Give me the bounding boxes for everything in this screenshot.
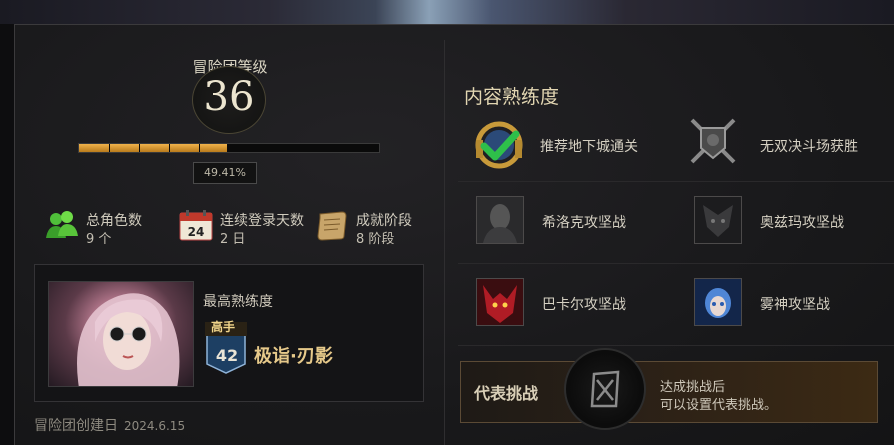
adventure-team-page: 冒险团等级 36 49.41% 总角色数 9 个 24 连续登录天数 2 日 成… (0, 0, 894, 445)
stat-value: 8 阶段 (356, 232, 395, 247)
ozma-portrait-icon (694, 196, 742, 244)
stat-login-days: 24 连续登录天数 2 日 (178, 206, 318, 247)
hilder-portrait-icon (476, 196, 524, 244)
xp-bar-segment-divider (169, 144, 170, 152)
row-divider (458, 345, 894, 346)
proficiency-label: 无双决斗场获胜 (760, 139, 858, 155)
row-divider (458, 263, 894, 264)
row-divider (458, 181, 894, 182)
top-banner-art (0, 0, 894, 24)
proficiency-label: 巴卡尔攻坚战 (542, 297, 626, 313)
stat-achievement-stage: 成就阶段 8 阶段 (314, 206, 424, 247)
bakal-portrait-icon (476, 278, 524, 326)
rank-level: 42 (215, 346, 239, 365)
xp-bar-segment-divider (199, 144, 200, 152)
rank-title: 高手 (211, 320, 236, 334)
character-class-name: 极诣·刃影 (254, 346, 333, 367)
challenge-desc-line2: 可以设置代表挑战。 (660, 398, 778, 413)
calendar-icon: 24 (179, 210, 213, 241)
characters-icon (46, 211, 78, 238)
svg-text:24: 24 (188, 225, 205, 239)
proficiency-item-hilder[interactable]: 希洛克攻坚战 (476, 196, 676, 246)
xp-progress-label: 49.41% (193, 162, 257, 184)
content-proficiency-title: 内容熟练度 (464, 86, 560, 108)
panel-divider (444, 40, 445, 445)
xp-bar-segment-divider (289, 144, 290, 152)
stat-label: 总角色数 (86, 213, 142, 229)
proficiency-item-mist-god[interactable]: 雾神攻坚战 (694, 278, 894, 328)
xp-bar-segment-divider (109, 144, 110, 152)
xp-bar-segment-divider (259, 144, 260, 152)
xp-bar-segment-divider (319, 144, 320, 152)
proficiency-label: 奥兹玛攻坚战 (760, 215, 844, 231)
best-proficiency-label: 最高熟练度 (203, 294, 273, 310)
proficiency-item-bakal[interactable]: 巴卡尔攻坚战 (476, 278, 676, 328)
proficiency-label: 雾神攻坚战 (760, 297, 830, 313)
character-portrait-art (77, 293, 180, 386)
stat-label: 连续登录天数 (220, 213, 304, 229)
representative-challenge-title: 代表挑战 (474, 384, 539, 403)
crossed-swords-shield-icon (690, 118, 736, 164)
challenge-desc-line1: 达成挑战后 (660, 380, 726, 395)
mist-god-portrait-icon (694, 278, 742, 326)
proficiency-label: 推荐地下城通关 (540, 139, 638, 155)
scroll-icon (317, 211, 347, 241)
stat-label: 成就阶段 (356, 213, 412, 229)
xp-bar-segment-divider (349, 144, 350, 152)
proficiency-item-ozma[interactable]: 奥兹玛攻坚战 (694, 196, 894, 246)
created-date-value: 2024.6.15 (124, 419, 186, 433)
created-date-label: 冒险团创建日 (34, 418, 118, 434)
proficiency-item-dungeon[interactable]: 推荐地下城通关 (474, 120, 674, 170)
empty-challenge-icon (590, 370, 620, 408)
stat-value: 9 个 (86, 232, 112, 247)
xp-bar-segment-divider (139, 144, 140, 152)
stat-total-characters: 总角色数 9 个 (44, 206, 164, 247)
stat-value: 2 日 (220, 232, 246, 247)
proficiency-item-arena[interactable]: 无双决斗场获胜 (688, 116, 888, 170)
xp-bar-segment-divider (229, 144, 230, 152)
xp-progress-fill (79, 144, 227, 152)
xp-progress-bar (78, 143, 380, 153)
challenge-slot[interactable] (564, 348, 646, 430)
character-portrait (48, 281, 194, 387)
created-date-row: 冒险团创建日 2024.6.15 (34, 415, 185, 435)
proficiency-label: 希洛克攻坚战 (542, 215, 626, 231)
dungeon-check-icon (475, 121, 523, 169)
adventure-level-value: 36 (203, 74, 255, 120)
